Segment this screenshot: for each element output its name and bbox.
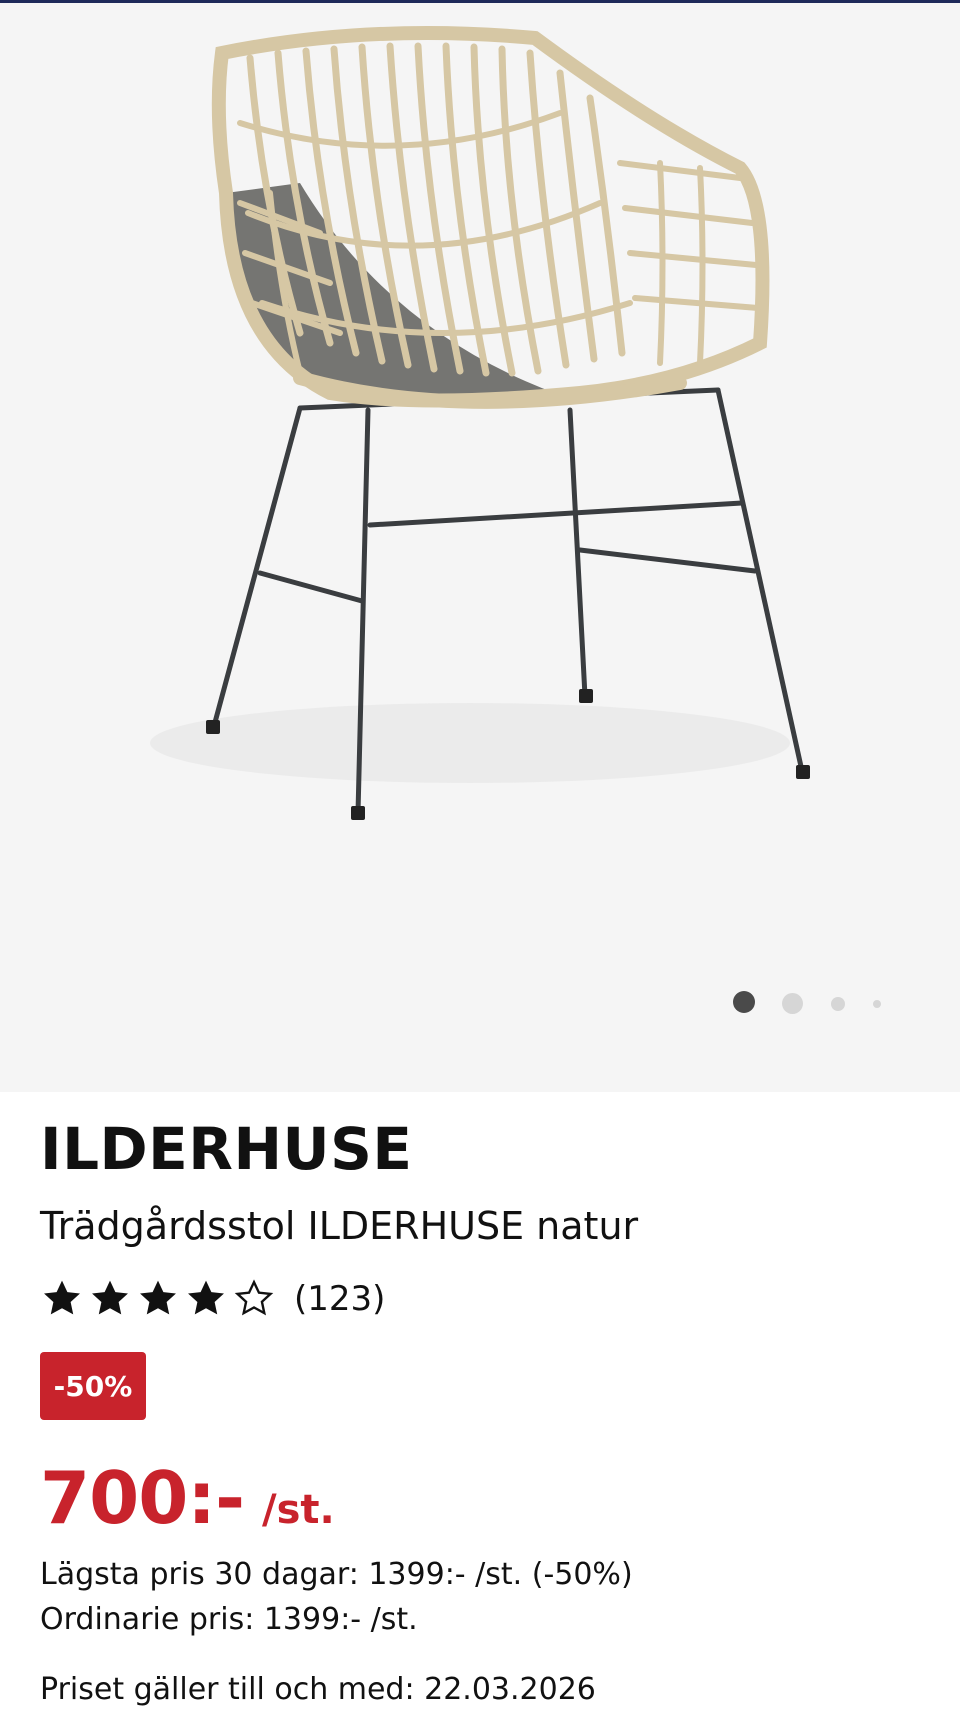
discount-badge: -50% bbox=[40, 1352, 146, 1420]
gallery-dot-1-active[interactable] bbox=[733, 991, 755, 1013]
current-price: 700:- bbox=[40, 1456, 245, 1540]
star-filled-icon bbox=[188, 1280, 224, 1315]
product-name: Trädgårdsstol ILDERHUSE natur bbox=[40, 1204, 639, 1248]
price-row: 700:- /st. bbox=[40, 1462, 335, 1534]
star-filled-icon bbox=[92, 1280, 128, 1315]
gallery-dot-2[interactable] bbox=[782, 993, 803, 1014]
star-filled-icon bbox=[140, 1280, 176, 1315]
rating-stars bbox=[40, 1277, 280, 1321]
product-rating[interactable]: (123) bbox=[40, 1275, 385, 1323]
product-brand: ILDERHUSE bbox=[40, 1115, 413, 1183]
gallery-dot-3[interactable] bbox=[831, 997, 845, 1011]
price-valid-until: Priset gäller till och med: 22.03.2026 bbox=[40, 1672, 596, 1707]
lowest-price-30-days: Lägsta pris 30 dagar: 1399:- /st. (-50%) bbox=[40, 1557, 633, 1592]
price-unit: /st. bbox=[261, 1487, 335, 1533]
gallery-dot-4[interactable] bbox=[873, 1000, 881, 1008]
star-filled-icon bbox=[44, 1280, 80, 1315]
product-image[interactable] bbox=[0, 3, 960, 1092]
product-image-gallery[interactable] bbox=[0, 3, 960, 1092]
review-count: (123) bbox=[294, 1279, 386, 1319]
star-outline-icon bbox=[234, 1279, 274, 1316]
ordinary-price: Ordinarie pris: 1399:- /st. bbox=[40, 1602, 418, 1637]
